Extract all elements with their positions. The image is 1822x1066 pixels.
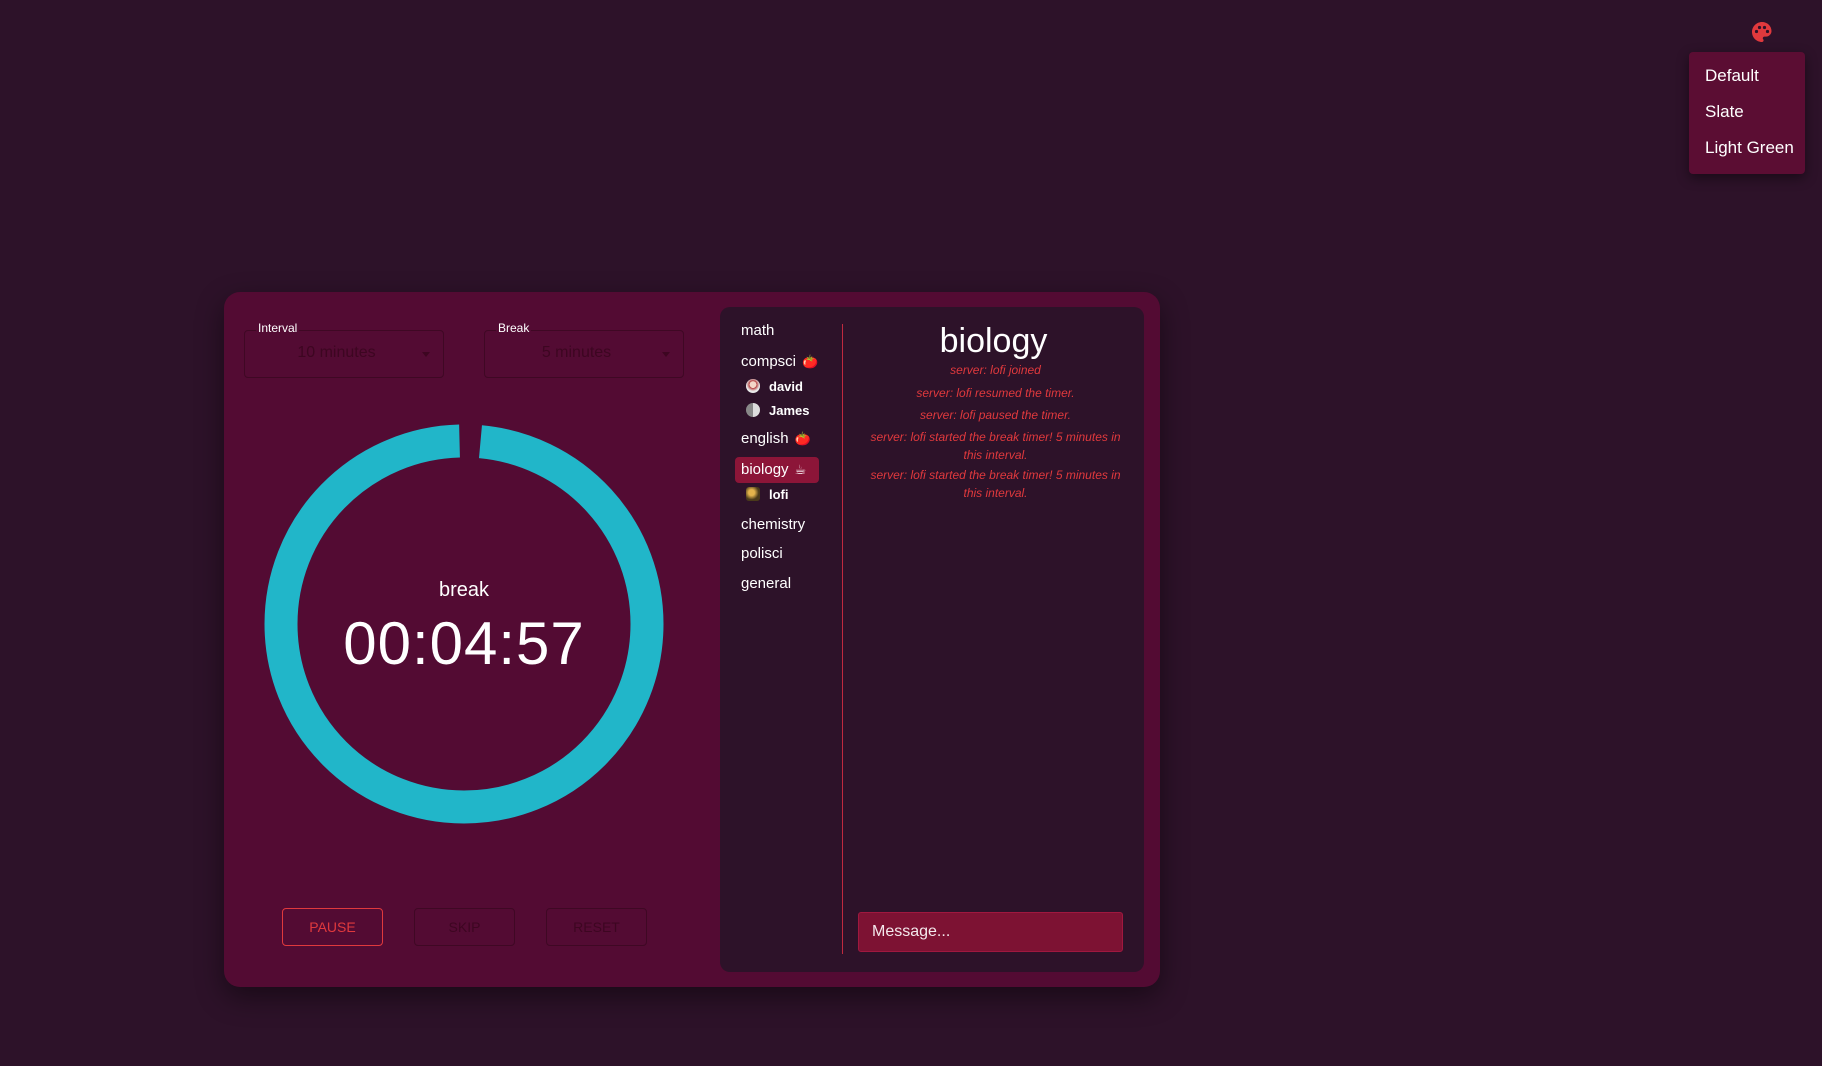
theme-menu: Default Slate Light Green	[1689, 52, 1805, 174]
room-label: general	[741, 575, 792, 592]
avatar	[746, 487, 760, 502]
interval-label: Interval	[256, 321, 300, 335]
room-label: english	[741, 430, 789, 447]
break-label: Break	[496, 321, 532, 335]
room-english[interactable]: english 🍅	[735, 426, 811, 452]
room-math[interactable]: math	[735, 318, 774, 344]
chat-message: server: lofi paused the timer.	[920, 408, 1071, 422]
chat-area: biology server: lofi joined server: lofi…	[843, 307, 1144, 972]
timer-countdown: 00:04:57	[343, 610, 585, 677]
chevron-down-icon	[662, 352, 670, 357]
pomodoro-card: Interval 10 minutes Break 5 minutes brea…	[224, 292, 1160, 987]
palette-icon[interactable]	[1750, 20, 1774, 44]
room-label: chemistry	[741, 516, 806, 533]
room-chemistry[interactable]: chemistry	[735, 512, 805, 538]
room-biology[interactable]: biology ☕	[735, 457, 819, 483]
user-james: James	[746, 401, 809, 421]
user-name: lofi	[769, 487, 789, 502]
room-label: biology	[741, 461, 789, 478]
chat-panel: math compsci 🍅 david James english 🍅 biolo…	[720, 307, 1144, 972]
pause-button[interactable]: PAUSE	[282, 908, 383, 946]
reset-button[interactable]: RESET	[546, 908, 647, 946]
theme-option-slate[interactable]: Slate	[1689, 94, 1805, 130]
avatar	[746, 379, 760, 394]
user-name: david	[769, 379, 803, 394]
interval-value: 10 minutes	[297, 344, 376, 361]
tomato-icon: 🍅	[794, 431, 811, 446]
room-label: polisci	[741, 545, 783, 562]
user-david: david	[746, 377, 803, 397]
avatar	[746, 403, 760, 418]
interval-select[interactable]: Interval 10 minutes	[244, 321, 444, 378]
room-list: math compsci 🍅 david James english 🍅 biolo…	[720, 307, 842, 972]
chat-title: biology	[939, 322, 1048, 360]
room-compsci[interactable]: compsci 🍅	[735, 349, 818, 375]
room-label: compsci	[741, 353, 797, 370]
room-polisci[interactable]: polisci	[735, 541, 783, 567]
chat-message: server: lofi joined	[950, 363, 1041, 377]
user-name: James	[769, 403, 810, 418]
chat-message: server: lofi resumed the timer.	[916, 386, 1075, 400]
timer-phase: break	[438, 579, 490, 601]
message-input[interactable]	[858, 912, 1123, 952]
room-general[interactable]: general	[735, 571, 791, 597]
chevron-down-icon	[422, 352, 430, 357]
skip-button[interactable]: SKIP	[414, 908, 515, 946]
break-value: 5 minutes	[541, 344, 612, 361]
chat-message: server: lofi started the break timer! 5 …	[870, 430, 1121, 462]
break-select[interactable]: Break 5 minutes	[484, 321, 684, 378]
chat-message: server: lofi started the break timer! 5 …	[870, 468, 1121, 500]
theme-option-default[interactable]: Default	[1689, 58, 1805, 94]
tomato-icon: 🍅	[802, 354, 819, 369]
theme-option-light-green[interactable]: Light Green	[1689, 130, 1805, 166]
user-lofi: lofi	[746, 485, 789, 505]
coffee-icon: ☕	[794, 462, 807, 477]
room-label: math	[741, 322, 775, 339]
